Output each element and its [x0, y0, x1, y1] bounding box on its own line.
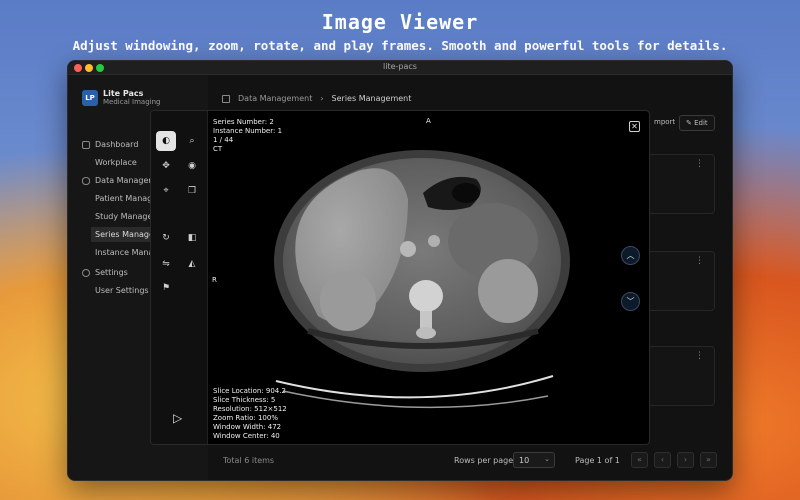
- last-page-button[interactable]: »: [700, 452, 717, 468]
- brand-name: Lite Pacs: [103, 89, 144, 98]
- page-indicator: Page 1 of 1: [575, 456, 620, 465]
- invert-icon[interactable]: ◧: [182, 228, 202, 248]
- series-card[interactable]: ⋮: [645, 251, 715, 311]
- brand-subtitle: Medical Imaging: [103, 98, 161, 106]
- slice-thickness: Slice Thickness: 5: [213, 396, 276, 404]
- sidebar-item-workplace[interactable]: Workplace: [95, 158, 137, 167]
- more-options-icon[interactable]: ⋮: [695, 256, 704, 266]
- hero-subtitle: Adjust windowing, zoom, rotate, and play…: [72, 38, 728, 53]
- window-width: Window Width: 472: [213, 423, 282, 431]
- edit-icon: ✎: [686, 119, 695, 127]
- tool-panel: ◐ ⌕ ✥ ◉ ⌖ ❐ ↻ ◧ ⇋ ◭ ⚑ ▷: [151, 111, 208, 444]
- gear-icon: [82, 269, 90, 277]
- total-items: Total 6 items: [223, 456, 275, 465]
- copy-icon[interactable]: ❐: [182, 181, 202, 201]
- breadcrumb: Data Management › Series Management: [222, 94, 411, 103]
- edit-label: Edit: [694, 119, 708, 127]
- breadcrumb-parent[interactable]: Data Management: [238, 94, 312, 103]
- rotate-icon[interactable]: ↻: [156, 228, 176, 248]
- image-viewer-dialog: ◐ ⌕ ✥ ◉ ⌖ ❐ ↻ ◧ ⇋ ◭ ⚑ ▷ Series Number: 2…: [150, 110, 650, 445]
- import-button[interactable]: mport: [648, 115, 681, 131]
- window-title: lite-pacs: [383, 62, 417, 71]
- series-card[interactable]: ⋮: [645, 154, 715, 214]
- series-number: Series Number: 2: [213, 118, 274, 126]
- more-options-icon[interactable]: ⋮: [695, 159, 704, 169]
- flip-vertical-icon[interactable]: ◭: [182, 254, 202, 274]
- play-icon[interactable]: ▷: [173, 411, 187, 425]
- more-options-icon[interactable]: ⋮: [695, 351, 704, 361]
- modality: CT: [213, 145, 223, 153]
- sidebar-item-settings[interactable]: Settings: [95, 268, 128, 277]
- brand-logo: LP: [82, 89, 98, 106]
- resolution: Resolution: 512×512: [213, 405, 287, 413]
- zoom-icon[interactable]: ⌕: [182, 131, 202, 151]
- frame-counter: 1 / 44: [213, 136, 234, 144]
- reset-icon[interactable]: ⚑: [156, 278, 176, 298]
- sidebar-toggle-icon[interactable]: [222, 94, 230, 103]
- edit-button[interactable]: ✎ Edit: [679, 115, 715, 131]
- database-icon: [82, 177, 90, 185]
- flip-horizontal-icon[interactable]: ⇋: [156, 254, 176, 274]
- next-page-button[interactable]: ›: [677, 452, 694, 468]
- sidebar-item-instance-management[interactable]: Instance Manag: [95, 248, 158, 257]
- orientation-top: A: [426, 117, 431, 125]
- prev-page-button[interactable]: ‹: [654, 452, 671, 468]
- window-center: Window Center: 40: [213, 432, 280, 440]
- previous-frame-button[interactable]: ︿: [621, 246, 640, 265]
- crosshair-icon[interactable]: ⌖: [156, 181, 176, 201]
- orientation-left: R: [212, 276, 217, 284]
- sidebar-item-dashboard[interactable]: Dashboard: [95, 140, 138, 149]
- next-frame-button[interactable]: ﹀: [621, 292, 640, 311]
- series-info-overlay: Series Number: 2 Instance Number: 1 1 / …: [213, 118, 282, 154]
- hero-title: Image Viewer: [321, 10, 479, 34]
- window-level-icon[interactable]: ◐: [156, 131, 176, 151]
- title-bar: lite-pacs: [68, 61, 732, 75]
- magnify-icon[interactable]: ◉: [182, 156, 202, 176]
- instance-number: Instance Number: 1: [213, 127, 283, 135]
- rows-per-page-value: 10: [519, 456, 530, 465]
- rows-per-page-select[interactable]: 10 ⌄: [513, 452, 555, 468]
- brand: LP Lite Pacs Medical Imaging: [82, 89, 160, 106]
- breadcrumb-current: Series Management: [331, 94, 412, 103]
- rows-per-page-label: Rows per page: [454, 456, 514, 465]
- image-canvas[interactable]: Series Number: 2 Instance Number: 1 1 / …: [208, 111, 649, 444]
- grid-icon: [82, 141, 90, 149]
- first-page-button[interactable]: «: [631, 452, 648, 468]
- image-info-overlay: Slice Location: 904.2 Slice Thickness: 5…: [213, 387, 287, 441]
- zoom-ratio: Zoom Ratio: 100%: [213, 414, 278, 422]
- pan-icon[interactable]: ✥: [156, 156, 176, 176]
- series-card[interactable]: ⋮: [645, 346, 715, 406]
- sidebar-item-user-settings[interactable]: User Settings: [95, 286, 149, 295]
- close-icon[interactable]: ✕: [629, 121, 640, 132]
- chevron-down-icon: ⌄: [544, 455, 550, 463]
- slice-location: Slice Location: 904.2: [213, 387, 286, 395]
- breadcrumb-separator: ›: [320, 94, 324, 103]
- sidebar-item-patient-management[interactable]: Patient Manage: [95, 194, 157, 203]
